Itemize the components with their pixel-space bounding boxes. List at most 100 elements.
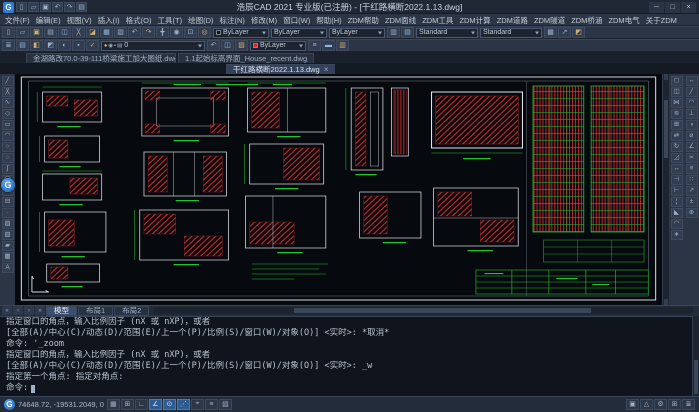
menu-dimension[interactable]: 标注(N) [217,15,248,26]
current-color-combo[interactable]: ByLayer [250,41,306,51]
polygon-tool[interactable]: ◇ [2,109,14,119]
table-tool[interactable]: ▦ [2,252,14,262]
center-mark-tool[interactable]: ⊕ [686,208,698,218]
menu-help[interactable]: 帮助(H) [313,15,344,26]
layer-walk-button[interactable]: ◫ [221,40,234,51]
extend-tool[interactable]: ⊢ [671,186,683,196]
point-tool[interactable]: · [2,208,14,218]
aligned-dimension-tool[interactable]: ╱ [686,87,698,97]
multileader-style-button[interactable]: ↗ [558,27,571,38]
construction-line-tool[interactable]: ╳ [2,87,14,97]
tab-nav-next[interactable]: › [24,306,34,315]
line-tool[interactable]: ╱ [2,76,14,86]
tab-nav-prev[interactable]: ‹ [13,306,23,315]
zoom-realtime-button[interactable]: ◉ [170,27,183,38]
lineweight-combo[interactable]: ByLayer [329,28,385,38]
doc-tab-1[interactable]: 金湖路改70.0-39-111桥梁施工加大图纸.dwg [26,53,176,63]
workspace-switch-button[interactable]: ⚙ [654,399,667,410]
spline-tool[interactable]: ∫ [2,164,14,174]
zoom-previous-button[interactable]: ◎ [198,27,211,38]
layer-lock-button[interactable]: ▪ [72,40,85,51]
array-tool[interactable]: ⊞ [671,120,683,130]
move-tool[interactable]: ⇄ [671,131,683,141]
menu-zdm-electric[interactable]: ZDM电气 [605,15,642,26]
rectangle-tool[interactable]: ▭ [2,120,14,130]
menu-file[interactable]: 文件(F) [2,15,33,26]
menu-zdm-calc[interactable]: ZDM计算 [456,15,493,26]
new-file-button[interactable]: ▯ [2,27,15,38]
menu-insert[interactable]: 插入(I) [95,15,123,26]
qat-redo-button[interactable]: ↷ [64,2,75,12]
horizontal-scrollbar[interactable] [154,307,693,314]
menu-edit[interactable]: 编辑(E) [33,15,64,26]
plot-preview-button[interactable]: ◫ [58,27,71,38]
otrack-toggle[interactable]: ⋰ [177,399,190,410]
previous-layer-button[interactable]: ↶ [207,40,220,51]
redo-button[interactable]: ↷ [142,27,155,38]
canvas-vertical-scrollbar[interactable] [662,74,669,305]
dim-style-combo[interactable]: Standard [480,28,542,38]
offset-tool[interactable]: ≋ [671,109,683,119]
menu-view[interactable]: 视图(V) [64,15,95,26]
layer-isolate-button[interactable]: ◧ [30,40,43,51]
command-window[interactable]: 指定窗口的角点，输入比例因子 (nX 或 nXP)，或者[全部(A)/中心(C)… [0,316,699,396]
layer-off-button[interactable]: ◐ [58,40,71,51]
copy-tool[interactable]: ◫ [671,87,683,97]
menu-zdm-tools[interactable]: ZDM工具 [419,15,456,26]
scrollbar-down-arrow[interactable] [664,299,668,305]
open-file-button[interactable]: ▱ [16,27,29,38]
layer-freeze-button[interactable]: ◩ [44,40,57,51]
layer-properties-manager-button[interactable]: ≣ [2,40,15,51]
copy-button[interactable]: ◪ [86,27,99,38]
menu-draw[interactable]: 绘图(D) [185,15,216,26]
radius-dimension-tool[interactable]: ◑ [686,120,698,130]
pan-button[interactable]: ╋ [156,27,169,38]
menu-about-zdm[interactable]: 关于ZDM [643,15,680,26]
minimize-button[interactable]: ─ [649,2,664,13]
circle-tool[interactable]: ○ [2,142,14,152]
doc-tab-2[interactable]: 1.1起始标高界面_House_recent.dwg [178,53,314,63]
menu-zdm-mianxian[interactable]: ZDM面线 [382,15,419,26]
region-tool[interactable]: ▰ [2,241,14,251]
transparency-toggle[interactable]: ▨ [219,399,232,410]
drawing-canvas[interactable] [15,74,662,305]
tab-nav-last[interactable]: » [35,306,45,315]
table-style-button[interactable]: ▦ [544,27,557,38]
multiline-text-tool[interactable]: A [2,263,14,273]
polar-toggle[interactable]: ∠ [149,399,162,410]
polyline-tool[interactable]: ∿ [2,98,14,108]
gradient-tool[interactable]: ▧ [2,230,14,240]
scale-tool[interactable]: ◿ [671,153,683,163]
osnap-toggle[interactable]: ⊙ [163,399,176,410]
cut-button[interactable]: ╳ [72,27,85,38]
color-combo[interactable]: ByLayer [213,28,269,38]
undo-button[interactable]: ↶ [128,27,141,38]
lineweight-settings-button[interactable]: ▬ [322,40,335,51]
menu-zdm-tunnel[interactable]: ZDM隧道 [531,15,568,26]
layer-combo[interactable]: ●◉▪▤ 0 [101,41,205,51]
app-logo-icon[interactable]: G [3,2,14,13]
continue-dimension-tool[interactable]: ∷ [686,175,698,185]
zoom-window-button[interactable]: ⊡ [184,27,197,38]
hatch-tool[interactable]: ▨ [2,219,14,229]
angular-dimension-tool[interactable]: ∠ [686,142,698,152]
menu-zdm-help[interactable]: ZDM帮助 [345,15,382,26]
make-block-tool[interactable]: ⊟ [2,197,14,207]
erase-tool[interactable]: ◻ [671,76,683,86]
status-menu-button[interactable]: ≣ [682,399,695,410]
qat-new-button[interactable]: ▯ [16,2,27,12]
gstarcad-badge[interactable]: G [1,178,15,192]
rotate-tool[interactable]: ↻ [671,142,683,152]
plot-button[interactable]: ▤ [44,27,57,38]
menu-zdm-road[interactable]: ZDM道路 [494,15,531,26]
annotation-scale-button[interactable]: △ [640,399,653,410]
gstarcad-logo[interactable]: G [4,399,15,410]
command-scrollbar-thumb[interactable] [694,360,698,394]
qat-undo-button[interactable]: ↶ [52,2,63,12]
grid-toggle[interactable]: ⊞ [121,399,134,410]
diameter-dimension-tool[interactable]: ⌀ [686,131,698,141]
linear-dimension-tool[interactable]: ↔ [686,76,698,86]
model-space-button[interactable]: ▣ [626,399,639,410]
command-prompt[interactable]: 命令: [6,383,687,394]
maximize-button[interactable]: □ [665,2,680,13]
